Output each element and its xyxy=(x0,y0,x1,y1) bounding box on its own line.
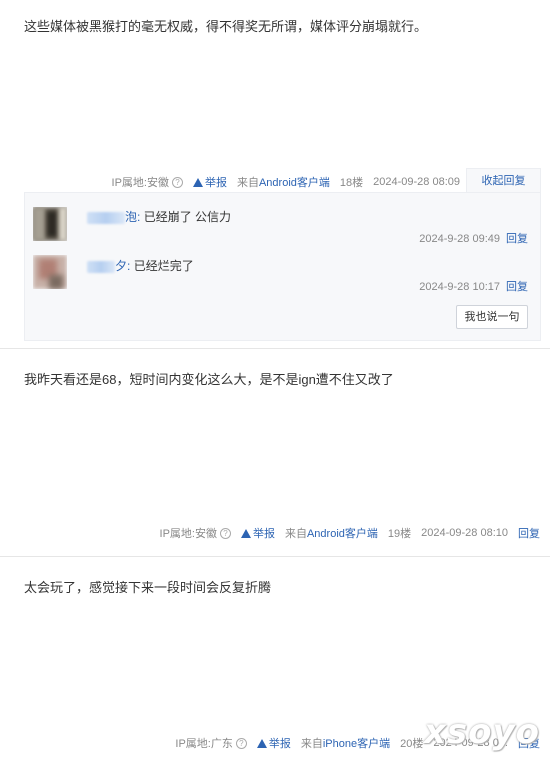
warning-icon xyxy=(256,738,267,748)
subreply-item: 夕: 已经烂完了 2024-9-28 10:17 回复 xyxy=(25,243,540,293)
warning-icon xyxy=(240,528,251,538)
client-source: 来自Android客户端 xyxy=(284,528,378,540)
warning-icon xyxy=(192,177,203,187)
avatar[interactable] xyxy=(33,255,67,289)
post-content: 太会玩了，感觉接下来一段时间会反复折腾 xyxy=(24,580,272,595)
post-meta: IP属地:安徽 ? 举报 来自Android客户端 19楼 2024-09-28… xyxy=(150,525,540,541)
post-content: 我昨天看还是68，短时间内变化这么大，是不是ign遭不住又改了 xyxy=(24,372,394,387)
help-icon[interactable]: ? xyxy=(171,176,183,188)
subreply-username[interactable]: 泡: xyxy=(125,210,140,224)
subreply-meta: 2024-9-28 10:17 回复 xyxy=(419,278,528,294)
subreply-reply-button[interactable]: 回复 xyxy=(506,281,528,293)
ip-location: IP属地:安徽 xyxy=(159,528,217,540)
subreply-time: 2024-9-28 10:17 xyxy=(419,281,500,293)
ip-location: IP属地:广东 xyxy=(175,738,233,750)
reply-button[interactable]: 回复 xyxy=(518,525,540,541)
floor-number: 18楼 xyxy=(339,177,364,189)
username-redacted[interactable] xyxy=(87,211,125,224)
help-icon[interactable]: ? xyxy=(219,527,231,539)
post-content: 这些媒体被黑猴打的毫无权威，得不得奖无所谓，媒体评分崩塌就行。 xyxy=(24,19,428,34)
post-time: 2024-09-28 08:09 xyxy=(373,176,460,188)
report-button[interactable]: 举报 xyxy=(240,525,275,541)
subreply-text-line: 夕: 已经烂完了 xyxy=(87,257,194,274)
report-button[interactable]: 举报 xyxy=(192,174,227,190)
post-meta: IP属地:安徽 ? 举报 来自Android客户端 18楼 2024-09-28… xyxy=(102,174,460,190)
subreply-text: 已经烂完了 xyxy=(133,259,194,273)
report-button[interactable]: 举报 xyxy=(256,735,291,751)
post-time: 2024-09-28 08:10 xyxy=(421,527,508,539)
say-something-button[interactable]: 我也说一句 xyxy=(456,305,528,329)
avatar[interactable] xyxy=(33,207,67,241)
floor-number: 20楼 xyxy=(400,738,424,750)
subreply-username[interactable]: 夕: xyxy=(115,259,130,273)
client-source: 来自iPhone客户端 xyxy=(300,738,391,750)
client-source: 来自Android客户端 xyxy=(236,177,330,189)
client-link[interactable]: iPhone客户端 xyxy=(323,738,390,750)
subreply-item: 泡: 已经崩了 公信力 2024-9-28 09:49 回复 xyxy=(25,193,540,245)
collapse-replies-button[interactable]: 收起回复 xyxy=(466,168,541,193)
subreply-text-line: 泡: 已经崩了 公信力 xyxy=(87,208,231,225)
post-floor-19: 我昨天看还是68，短时间内变化这么大，是不是ign遭不住又改了 IP属地:安徽 … xyxy=(0,349,550,556)
watermark-logo: xsoyo xyxy=(423,712,540,752)
ip-location: IP属地:安徽 xyxy=(111,177,169,189)
username-redacted[interactable] xyxy=(87,260,115,273)
subreply-text: 已经崩了 公信力 xyxy=(143,210,232,224)
post-floor-18: 这些媒体被黑猴打的毫无权威，得不得奖无所谓，媒体评分崩塌就行。 IP属地:安徽 … xyxy=(0,0,550,348)
help-icon[interactable]: ? xyxy=(235,737,247,749)
subreply-box: 泡: 已经崩了 公信力 2024-9-28 09:49 回复 夕: 已经烂完了 2… xyxy=(24,192,541,341)
client-link[interactable]: Android客户端 xyxy=(259,177,330,189)
client-link[interactable]: Android客户端 xyxy=(307,528,378,540)
floor-number: 19楼 xyxy=(387,528,412,540)
